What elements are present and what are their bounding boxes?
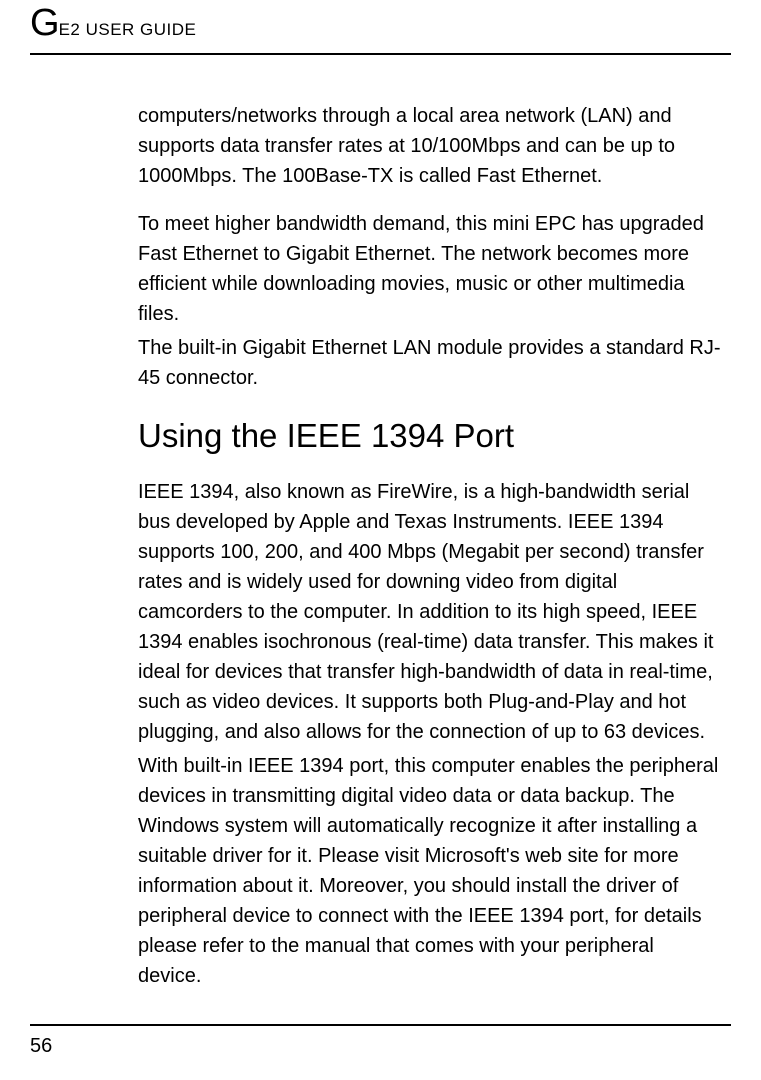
paragraph-firewire-usage: With built-in IEEE 1394 port, this compu…: [138, 751, 721, 991]
paragraph-firewire-intro: IEEE 1394, also known as FireWire, is a …: [138, 477, 721, 747]
header-title: E2 USER GUIDE: [59, 20, 197, 40]
paragraph-gigabit: To meet higher bandwidth demand, this mi…: [138, 209, 721, 329]
footer-divider: [30, 1024, 731, 1026]
page-header: GE2 USER GUIDE: [30, 0, 731, 53]
content-area: computers/networks through a local area …: [30, 55, 731, 991]
heading-ieee1394: Using the IEEE 1394 Port: [138, 417, 721, 455]
header-prefix: G: [30, 2, 59, 45]
paragraph-rj45: The built-in Gigabit Ethernet LAN module…: [138, 333, 721, 393]
page-container: GE2 USER GUIDE computers/networks throug…: [0, 0, 761, 1080]
paragraph-lan: computers/networks through a local area …: [138, 101, 721, 191]
page-number: 56: [30, 1035, 52, 1058]
